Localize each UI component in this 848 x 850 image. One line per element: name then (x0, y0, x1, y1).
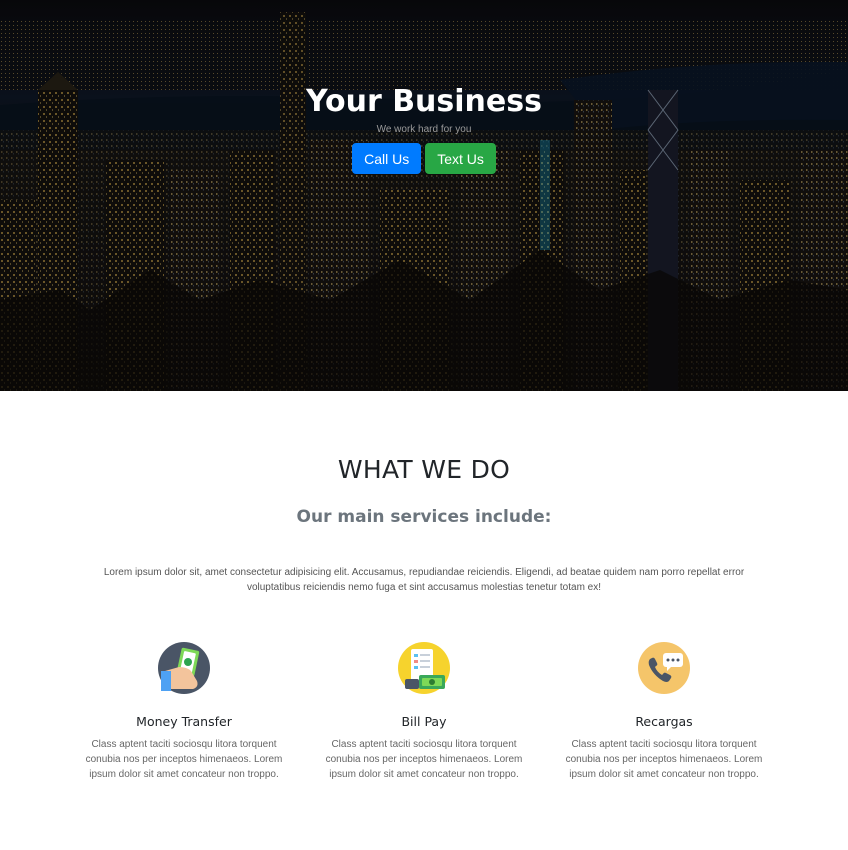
services-heading: WHAT WE DO (337, 455, 511, 484)
service-card-money-transfer: Money Transfer Class aptent taciti socio… (84, 641, 284, 782)
service-text: Class aptent taciti sociosqu litora torq… (565, 739, 763, 780)
call-us-button[interactable]: Call Us (352, 143, 422, 174)
phone-recharge-icon (637, 641, 691, 695)
text-us-button[interactable]: Text Us (425, 143, 496, 174)
hero-subtitle: We work hard for you (376, 124, 472, 135)
service-text: Class aptent taciti sociosqu litora torq… (85, 739, 283, 780)
services-subheading: Our main services include: (296, 507, 552, 527)
services-section: WHAT WE DO Our main services include: Lo… (0, 391, 848, 782)
service-card-recargas: Recargas Class aptent taciti sociosqu li… (564, 641, 764, 782)
services-list: Money Transfer Class aptent taciti socio… (84, 641, 764, 782)
service-card-bill-pay: Bill Pay Class aptent taciti sociosqu li… (324, 641, 524, 782)
service-title: Recargas (635, 714, 693, 729)
city-skyline-background (0, 0, 848, 391)
service-text: Class aptent taciti sociosqu litora torq… (325, 739, 523, 780)
hero-buttons: Call Us Text Us (0, 143, 848, 174)
bill-pay-icon (397, 641, 451, 695)
hero-content: Your Business We work hard for you Call … (0, 84, 848, 174)
service-title: Bill Pay (401, 714, 447, 729)
services-description: Lorem ipsum dolor sit, amet consectetur … (103, 567, 745, 593)
hero-section: Your Business We work hard for you Call … (0, 0, 848, 391)
service-title: Money Transfer (136, 714, 232, 729)
hero-title: Your Business (306, 84, 542, 119)
money-transfer-icon (157, 641, 211, 695)
